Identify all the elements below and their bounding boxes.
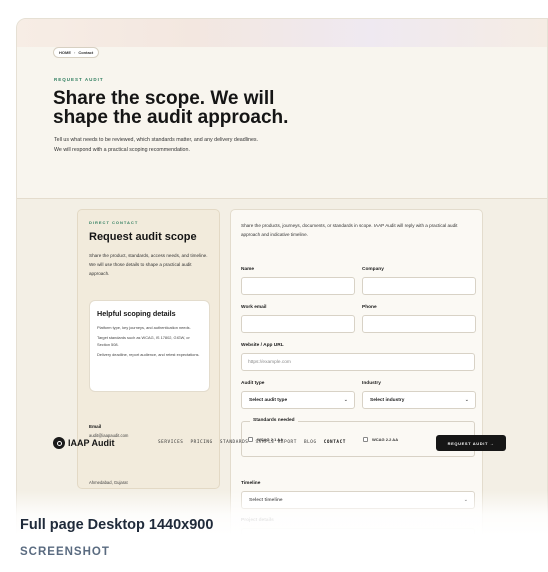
chevron-down-icon: ⌄ [464,397,469,403]
caption-subtitle: SCREENSHOT [20,546,110,558]
hero-description-line-2: We will respond with a practical scoping… [54,147,190,153]
name-label: Name [241,267,255,272]
helpful-scoping-title: Helpful scoping details [97,309,176,318]
industry-value: Select industry [370,397,405,403]
audit-type-value: Select audit type [249,397,288,403]
request-audit-button[interactable]: REQUEST AUDIT → [436,435,506,451]
page-title: Share the scope. We will shape the audit… [53,89,353,127]
work-email-field[interactable] [241,315,355,333]
brand-name[interactable]: IAAP Audit [68,438,115,448]
contact-card-title: Request audit scope [89,231,197,243]
standards-legend: Standards needed [250,418,298,423]
company-label: Company [362,267,384,272]
contact-card-description: Share the product, standards, access nee… [89,253,208,276]
industry-select[interactable]: Select industry ⌄ [362,391,476,409]
page-title-line-1: Share the scope. We will [53,88,275,109]
caption-title: Full page Desktop 1440x900 [20,517,214,533]
work-email-label: Work email [241,305,267,310]
audit-type-label: Audit type [241,381,265,386]
audit-type-select[interactable]: Select audit type ⌄ [241,391,355,409]
top-gradient-band [17,19,547,47]
hero-description: Tell us what needs to be reviewed, which… [54,135,374,155]
nav-link-pricing[interactable]: PRICING [191,440,213,445]
nav-link-standards[interactable]: STANDARDS [220,440,249,445]
email-label: Email [89,424,102,429]
helpful-scoping-box: Helpful scoping details Platform type, k… [89,300,210,392]
site-navbar: IAAP Audit SERVICES PRICING STANDARDS SA… [36,432,548,456]
logo-icon[interactable] [53,437,65,449]
url-placeholder: https://example.com [248,359,291,365]
hero-description-line-1: Tell us what needs to be reviewed, which… [54,137,259,143]
helpful-scoping-item: Delivery deadline, report audience, and … [97,352,200,357]
nav-link-sample-report[interactable]: SAMPLE REPORT [256,440,297,445]
breadcrumb: HOME › Contact [53,47,100,58]
breadcrumb-separator: › [74,50,76,55]
nav-link-services[interactable]: SERVICES [158,440,184,445]
timeline-label: Timeline [241,481,261,486]
breadcrumb-current: Contact [78,50,94,55]
location-text: Ahmedabad, Gujarat [89,480,128,485]
hero-eyebrow: REQUEST AUDIT [54,77,104,82]
phone-label: Phone [362,305,377,310]
breadcrumb-home[interactable]: HOME [59,50,71,55]
chevron-down-icon: ⌄ [343,397,348,403]
url-field[interactable]: https://example.com [241,353,475,371]
helpful-scoping-item: Target standards such as WCAG, IS 17802,… [97,335,190,347]
company-field[interactable] [362,277,476,295]
form-intro: Share the products, journeys, documents,… [241,223,458,237]
helpful-scoping-item: Platform type, key journeys, and authent… [97,325,191,330]
url-label: Website / App URL [241,343,284,348]
nav-links: SERVICES PRICING STANDARDS SAMPLE REPORT… [158,440,346,445]
page-title-line-2: shape the audit approach. [53,107,289,128]
nav-link-contact[interactable]: CONTACT [324,440,346,445]
name-field[interactable] [241,277,355,295]
industry-label: Industry [362,381,381,386]
screenshot-frame: HOME › Contact REQUEST AUDIT Share the s… [16,18,548,572]
nav-link-blog[interactable]: BLOG [304,440,317,445]
contact-eyebrow: DIRECT CONTACT [89,220,139,225]
phone-field[interactable] [362,315,476,333]
